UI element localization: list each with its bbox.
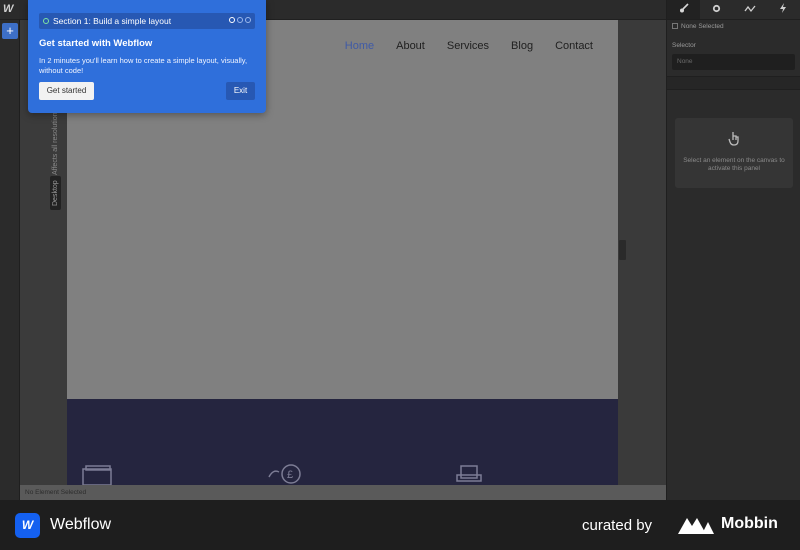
webflow-logo[interactable]: W bbox=[3, 3, 13, 15]
onboarding-tour-popup: Section 1: Build a simple layout Get sta… bbox=[28, 0, 266, 113]
selector-label: Selector bbox=[672, 42, 696, 49]
tab-settings[interactable] bbox=[700, 0, 733, 19]
nav-contact[interactable]: Contact bbox=[555, 40, 593, 52]
none-selected-label: None Selected bbox=[681, 23, 724, 30]
interactions-icon bbox=[744, 5, 756, 15]
gear-icon bbox=[712, 4, 721, 15]
checkbox-icon bbox=[672, 23, 678, 30]
site-nav: Home About Services Blog Contact bbox=[345, 40, 593, 52]
nav-home[interactable]: Home bbox=[345, 40, 374, 52]
webflow-designer: W + Affects all resolutions Desktop Home… bbox=[0, 0, 800, 550]
armchair-icon bbox=[455, 465, 483, 485]
tour-section-label: Section 1: Build a simple layout bbox=[53, 16, 172, 26]
tour-section-header: Section 1: Build a simple layout bbox=[39, 13, 255, 29]
nav-services[interactable]: Services bbox=[447, 40, 489, 52]
get-started-button[interactable]: Get started bbox=[39, 82, 94, 100]
selector-input[interactable]: None bbox=[672, 54, 795, 70]
tour-step-indicator bbox=[229, 17, 251, 23]
tab-interactions[interactable] bbox=[734, 0, 767, 19]
status-bar: No Element Selected bbox=[20, 485, 666, 500]
exit-button[interactable]: Exit bbox=[226, 82, 255, 100]
empty-state-card: Select an element on the canvas to activ… bbox=[675, 118, 793, 188]
pound-coin-icon: £ bbox=[265, 463, 303, 485]
footer-band: £ bbox=[67, 399, 618, 485]
nav-blog[interactable]: Blog bbox=[511, 40, 533, 52]
hand-pointer-icon bbox=[675, 130, 793, 151]
empty-state-message: Select an element on the canvas to activ… bbox=[683, 157, 785, 172]
app-name: Webflow bbox=[50, 516, 112, 533]
breakpoint-affects-label: Affects all resolutions bbox=[52, 108, 59, 175]
lightning-icon bbox=[779, 3, 787, 15]
breakpoint-device-label: Desktop bbox=[50, 176, 61, 210]
tab-lightning[interactable] bbox=[767, 0, 800, 19]
folder-icon bbox=[82, 465, 114, 485]
brush-icon bbox=[679, 3, 689, 15]
panel-divider bbox=[667, 76, 800, 90]
curated-by-label: curated by bbox=[582, 517, 653, 534]
step-dot-icon bbox=[229, 17, 235, 23]
nav-about[interactable]: About bbox=[396, 40, 425, 52]
style-panel: None Selected Selector None Select an el… bbox=[666, 0, 800, 500]
svg-text:£: £ bbox=[287, 469, 293, 481]
left-rail: + bbox=[0, 20, 20, 500]
step-dot-icon bbox=[245, 17, 251, 23]
tour-title: Get started with Webflow bbox=[39, 38, 153, 49]
tab-style[interactable] bbox=[667, 0, 701, 19]
branding-bar: W Webflow curated by Mobbin bbox=[0, 500, 800, 550]
tour-description: In 2 minutes you'll learn how to create … bbox=[39, 56, 248, 75]
webflow-app-icon: W bbox=[15, 513, 40, 538]
canvas-resize-handle[interactable] bbox=[619, 240, 626, 260]
section-status-icon bbox=[43, 18, 49, 24]
panel-tabs bbox=[667, 0, 800, 20]
add-panel-button[interactable]: + bbox=[2, 23, 18, 39]
mobbin-logo-icon bbox=[678, 518, 714, 534]
none-selected-row[interactable]: None Selected bbox=[667, 20, 800, 33]
step-dot-icon bbox=[237, 17, 243, 23]
mobbin-name: Mobbin bbox=[721, 515, 778, 532]
plus-icon: + bbox=[6, 23, 14, 38]
